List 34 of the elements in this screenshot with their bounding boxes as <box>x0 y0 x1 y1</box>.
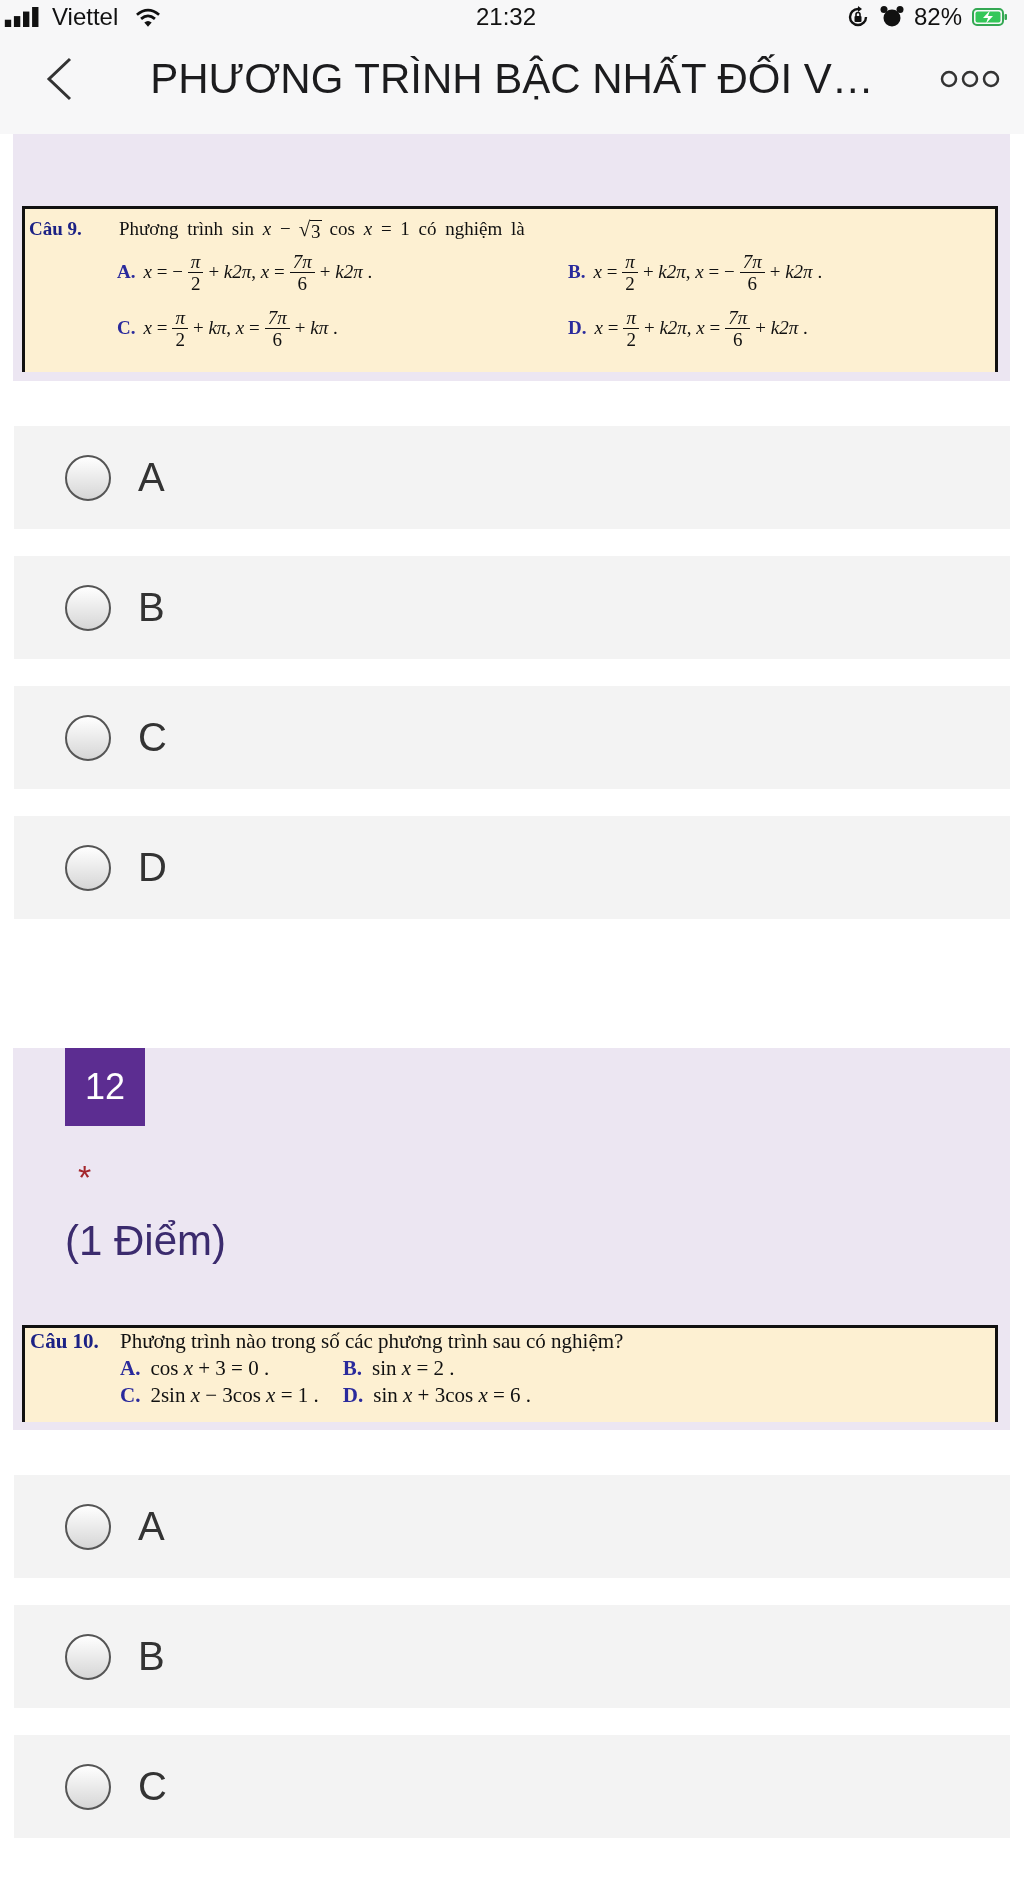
choice-text: C. 2sin x − 3cos x = 1 . <box>120 1382 319 1409</box>
radio-button[interactable] <box>65 454 111 501</box>
answer-option[interactable]: B <box>14 556 1010 659</box>
question-number: 12 <box>65 1048 145 1126</box>
alarm-clock-icon <box>879 5 904 29</box>
answer-option[interactable]: A <box>14 1475 1010 1578</box>
radio-button[interactable] <box>65 1763 111 1810</box>
radio-button[interactable] <box>65 1503 111 1550</box>
choice-text: D. sin x + 3cos x = 6 . <box>342 1382 532 1409</box>
required-mark: * <box>78 1158 92 1196</box>
back-chevron-icon[interactable] <box>46 57 72 101</box>
answer-option[interactable]: C <box>14 1735 1010 1838</box>
radio-button[interactable] <box>65 714 111 761</box>
choice-text: A. cos x + 3 = 0 . <box>120 1355 271 1382</box>
radio-button[interactable] <box>65 1633 111 1680</box>
points-label: (1 Điểm) <box>65 1217 226 1264</box>
answer-option[interactable]: A <box>14 426 1010 529</box>
answer-option[interactable]: B <box>14 1605 1010 1708</box>
battery-percent: 82% <box>913 3 962 31</box>
battery-icon <box>972 8 1008 26</box>
question-label: Câu 10. <box>30 1328 100 1355</box>
question-text: Phương trình sin x − √3 cos x = 1 có nghiệm là <box>119 216 526 242</box>
question-text: Phương trình nào trong số các phương trình sau có nghiệm? <box>120 1328 625 1355</box>
choice-text: B. sin x = 2 . <box>342 1355 456 1382</box>
radio-button[interactable] <box>65 844 111 891</box>
wifi-icon <box>136 7 161 27</box>
more-options-icon[interactable] <box>940 70 1000 88</box>
page-title: PHƯƠNG TRÌNH BẬC NHẤT ĐỐI V… <box>150 55 874 103</box>
radio-button[interactable] <box>65 584 111 631</box>
clock-time: 21:32 <box>475 3 537 31</box>
carrier-name: Viettel <box>52 3 119 31</box>
answer-option[interactable]: C <box>14 686 1010 789</box>
question-label: Câu 9. <box>29 217 83 241</box>
answer-option[interactable]: D <box>14 816 1010 919</box>
